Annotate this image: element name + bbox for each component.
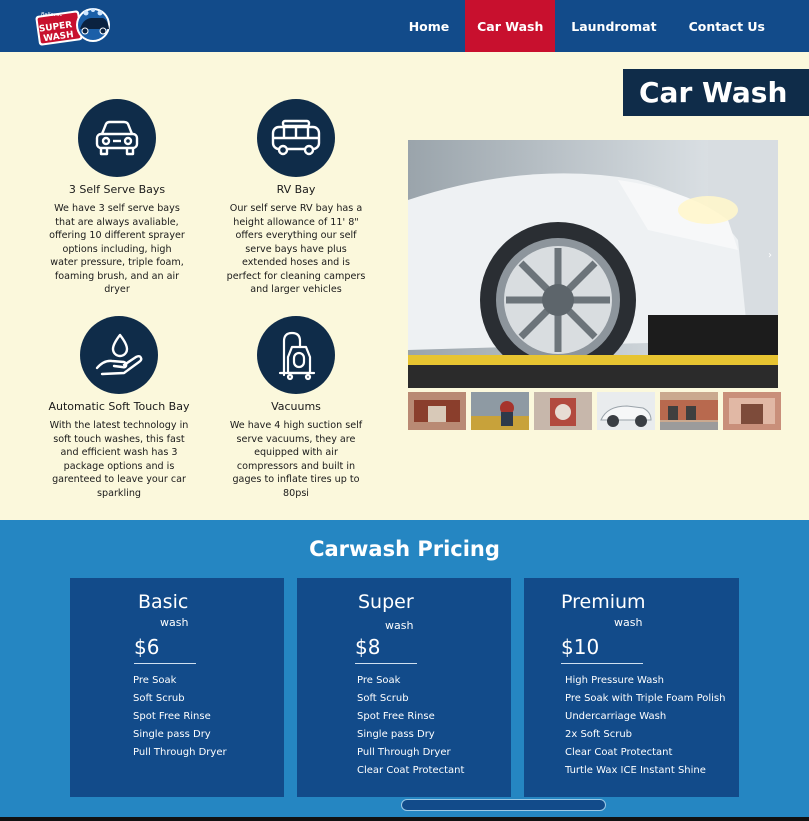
plan-name: Basic [138, 591, 189, 613]
plan-subtitle: wash [385, 619, 414, 632]
plan-features: Pre Soak Soft Scrub Spot Free Rinse Sing… [357, 672, 464, 780]
plan-feature: 2x Soft Scrub [565, 729, 633, 740]
plan-features: High Pressure Wash Pre Soak with Triple … [565, 672, 725, 780]
bottom-edge-bar [0, 817, 809, 821]
plan-feature: Soft Scrub [357, 693, 409, 704]
pricing-card-basic: Basic wash $6 Pre Soak Soft Scrub Spot F… [70, 578, 284, 797]
plan-feature: Pull Through Dryer [133, 747, 227, 758]
gallery-thumbnail[interactable] [723, 392, 781, 430]
feature-title: 3 Self Serve Bays [68, 183, 166, 196]
plan-feature: Pre Soak [357, 675, 401, 686]
feature-vacuums: Vacuums We have 4 high suction self serv… [226, 316, 366, 500]
plan-price: $10 [561, 635, 643, 664]
plan-features: Pre Soak Soft Scrub Spot Free Rinse Sing… [133, 672, 227, 762]
main-nav: Home Car Wash Laundromat Contact Us [393, 0, 809, 52]
feature-rv-bay: RV Bay Our self serve RV bay has a heigh… [226, 99, 366, 297]
pricing-card-premium: Premium wash $10 High Pressure Wash Pre … [524, 578, 739, 797]
feature-description: Our self serve RV bay has a height allow… [226, 203, 366, 295]
plan-feature: Clear Coat Protectant [357, 765, 465, 776]
pricing-section: Carwash Pricing Basic wash $6 Pre Soak S… [0, 520, 809, 821]
plan-subtitle: wash [614, 616, 643, 629]
feature-title: RV Bay [276, 183, 316, 196]
plan-feature: Clear Coat Protectant [565, 747, 673, 758]
plan-feature: Undercarriage Wash [565, 711, 667, 722]
feature-description: We have 4 high suction self serve vacuum… [229, 420, 363, 499]
gallery-thumbnail[interactable] [660, 392, 718, 430]
plan-name: Super [358, 591, 414, 613]
plan-feature: Pre Soak [133, 675, 177, 686]
nav-laundromat[interactable]: Laundromat [555, 0, 672, 52]
gallery-thumbnail[interactable] [408, 392, 466, 430]
gallery-thumbnail[interactable] [597, 392, 655, 430]
plan-feature: Pull Through Dryer [357, 747, 451, 758]
feature-description: We have 3 self serve bays that are alway… [49, 203, 185, 295]
plan-price: $8 [355, 635, 417, 664]
car-icon [78, 99, 156, 177]
plan-feature: Spot Free Rinse [357, 711, 435, 722]
feature-title: Automatic Soft Touch Bay [48, 400, 190, 413]
plan-subtitle: wash [160, 616, 189, 629]
feature-description: With the latest technology in soft touch… [49, 420, 189, 499]
plan-price: $6 [134, 635, 196, 664]
site-header: Bellevue SUPER WASH Home Car Wash Laundr… [0, 0, 809, 52]
gallery-thumbnail[interactable] [534, 392, 592, 430]
feature-title: Vacuums [271, 400, 321, 413]
site-logo[interactable]: Bellevue SUPER WASH [33, 5, 113, 47]
pricing-card-super: Super wash $8 Pre Soak Soft Scrub Spot F… [297, 578, 511, 797]
feature-soft-touch-bay: Automatic Soft Touch Bay With the latest… [46, 316, 192, 500]
svg-text:Bellevue: Bellevue [41, 12, 63, 18]
plan-feature: High Pressure Wash [565, 675, 664, 686]
plan-feature: Single pass Dry [133, 729, 211, 740]
plan-feature: Soft Scrub [133, 693, 185, 704]
page-title: Car Wash [623, 69, 809, 116]
plan-feature: Single pass Dry [357, 729, 435, 740]
pricing-title: Carwash Pricing [309, 537, 500, 561]
gallery-thumbnails [408, 392, 781, 430]
horizontal-scrollbar[interactable] [401, 799, 606, 811]
rv-bus-icon [257, 99, 335, 177]
plan-feature: Spot Free Rinse [133, 711, 211, 722]
water-drop-hand-icon [80, 316, 158, 394]
nav-car-wash[interactable]: Car Wash [465, 0, 556, 52]
plan-name: Premium [561, 591, 646, 613]
plan-feature: Turtle Wax ICE Instant Shine [565, 765, 706, 776]
feature-self-serve-bays: 3 Self Serve Bays We have 3 self serve b… [48, 99, 186, 297]
nav-home[interactable]: Home [393, 0, 466, 52]
vacuum-icon [257, 316, 335, 394]
gallery-thumbnail[interactable] [471, 392, 529, 430]
svg-text:›: › [768, 250, 772, 261]
car-wash-photo[interactable]: › [408, 140, 778, 388]
plan-feature: Pre Soak with Triple Foam Polish [565, 693, 726, 704]
nav-contact-us[interactable]: Contact Us [673, 0, 809, 52]
